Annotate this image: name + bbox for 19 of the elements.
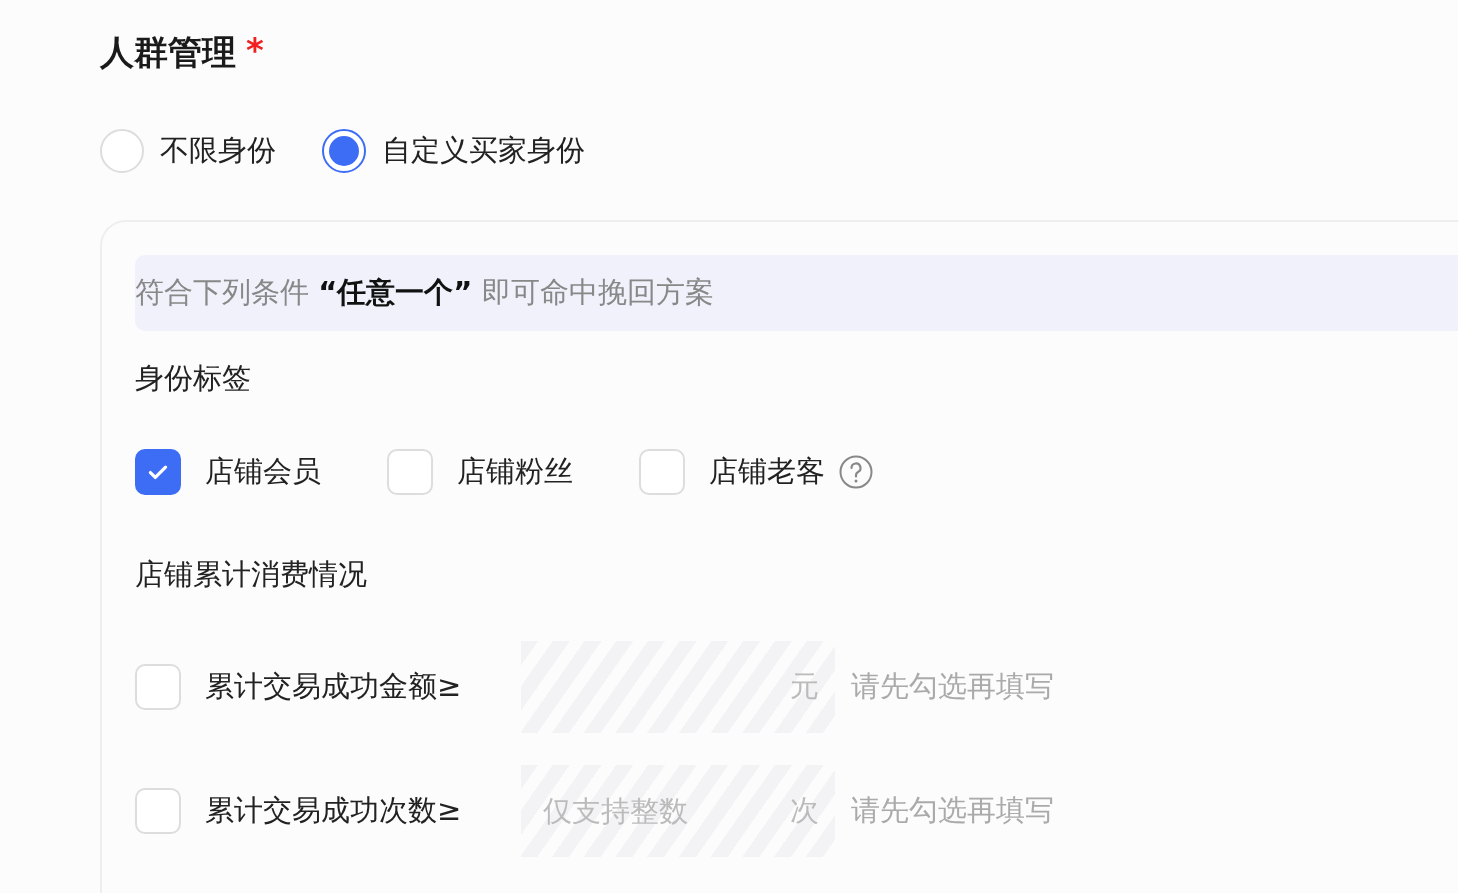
help-icon[interactable]: [839, 455, 873, 489]
checkbox[interactable]: [135, 449, 181, 495]
checkbox-label[interactable]: 店铺老客: [709, 452, 825, 492]
radio-label[interactable]: 自定义买家身份: [382, 131, 585, 171]
field-hint: 请先勾选再填写: [851, 668, 1054, 705]
checkbox-label[interactable]: 店铺粉丝: [457, 452, 573, 492]
field-label: 累计交易成功次数≥: [205, 792, 463, 829]
unit-label: 次: [790, 792, 819, 829]
group-heading: 身份标签: [135, 360, 252, 397]
section-title: 人群管理: [100, 31, 236, 74]
unit-label: 元: [790, 668, 819, 705]
condition-banner: 符合下列条件 “任意一个” 即可命中挽回方案: [135, 255, 1458, 331]
checkbox-label[interactable]: 店铺会员: [205, 452, 321, 492]
radio-button[interactable]: [322, 129, 366, 173]
field-hint: 请先勾选再填写: [851, 792, 1054, 829]
field-label: 累计交易成功金额≥: [205, 668, 463, 705]
required-mark: *: [246, 30, 264, 70]
group-heading: 店铺累计消费情况: [135, 556, 368, 593]
radio-label[interactable]: 不限身份: [160, 131, 276, 171]
